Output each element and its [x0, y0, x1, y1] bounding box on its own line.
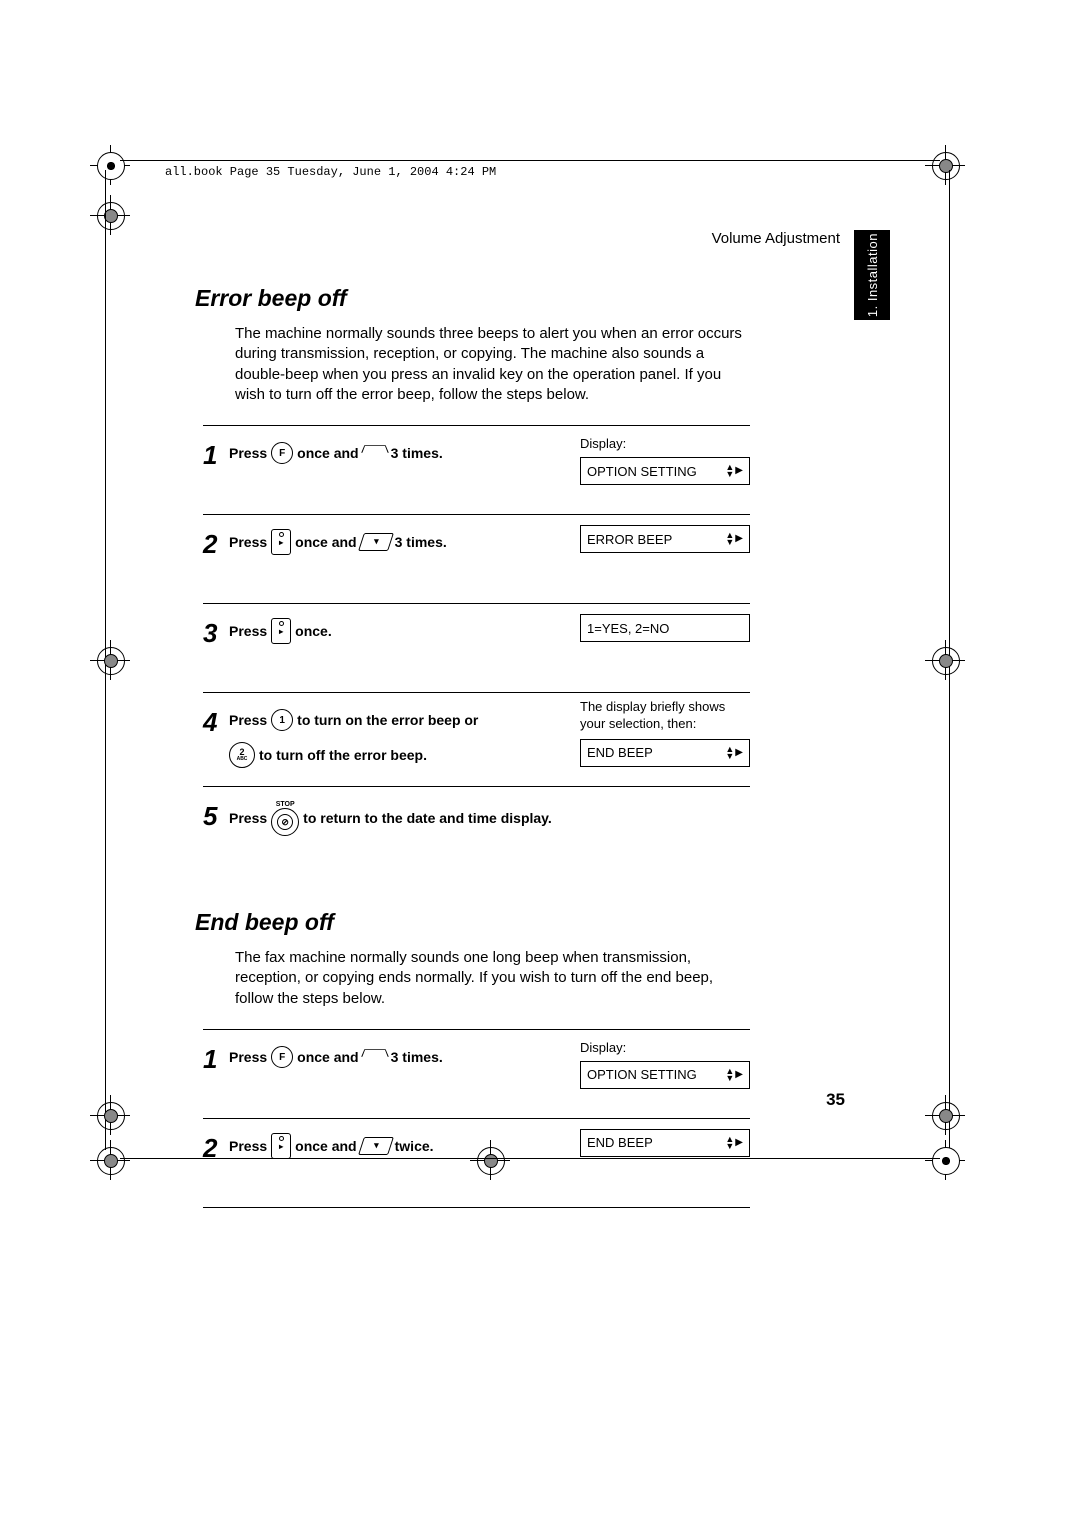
down-button-icon: ▾ [358, 533, 394, 551]
nav-arrows-icon: ▲▼▶ [725, 464, 743, 478]
menu-button-icon [363, 1045, 387, 1069]
step-row: 1 Press F once and 3 times. Display: OPT… [203, 425, 750, 514]
steps-list-end-beep: 1 Press F once and 3 times. Display: OPT… [203, 1029, 750, 1208]
intro-paragraph: The fax machine normally sounds one long… [235, 948, 750, 1009]
step-text: to turn on the error beep or [297, 707, 478, 734]
display-label: Display: [580, 1040, 750, 1055]
step-row: 3 Press ▸ once. 1=YES, 2=NO [203, 603, 750, 692]
section-heading-end-beep: End beep off [195, 909, 750, 936]
display-note: The display briefly shows your selection… [580, 699, 750, 733]
key-2-icon: 2ABC [229, 742, 255, 768]
section-heading-error-beep: Error beep off [195, 285, 750, 312]
down-button-icon: ▾ [358, 1137, 394, 1155]
step-row: 5 Press STOP ⊘ to return to the date and… [203, 786, 750, 875]
step-text: Press [229, 440, 267, 467]
step-number: 5 [203, 803, 229, 829]
step-number: 1 [203, 1046, 229, 1072]
step-text: Press [229, 805, 267, 832]
nav-arrows-icon: ▲▼▶ [725, 1136, 743, 1150]
running-head: Volume Adjustment [712, 230, 840, 247]
section-tab: 1. Installation [854, 230, 890, 320]
step-number: 4 [203, 709, 229, 735]
display-box: END BEEP ▲▼▶ [580, 1129, 750, 1157]
step-text: 3 times. [395, 529, 447, 556]
regmark-icon [90, 640, 130, 680]
display-column: END BEEP ▲▼▶ [580, 1129, 750, 1157]
step-text: 3 times. [391, 440, 443, 467]
display-box: 1=YES, 2=NO [580, 614, 750, 642]
arrow-button-icon: ▸ [271, 618, 291, 644]
nav-arrows-icon: ▲▼▶ [725, 746, 743, 760]
regmark-icon [90, 145, 130, 185]
regmark-icon [90, 195, 130, 235]
display-column: 1=YES, 2=NO [580, 614, 750, 642]
display-box: END BEEP ▲▼▶ [580, 739, 750, 767]
step-number: 2 [203, 531, 229, 557]
step-number: 2 [203, 1135, 229, 1161]
menu-button-icon [363, 441, 387, 465]
f-button-icon: F [271, 442, 293, 464]
step-text: Press [229, 618, 267, 645]
step-row: 4 Press 1 to turn on the error beep or 2… [203, 692, 750, 786]
regmark-icon [90, 1140, 130, 1180]
regmark-icon [90, 1095, 130, 1135]
display-label: Display: [580, 436, 750, 451]
display-column: Display: OPTION SETTING ▲▼▶ [580, 436, 750, 485]
key-1-icon: 1 [271, 709, 293, 731]
display-box: ERROR BEEP ▲▼▶ [580, 525, 750, 553]
step-text: to return to the date and time display. [303, 805, 552, 832]
step-text: Press [229, 1133, 267, 1160]
arrow-button-icon: ▸ [271, 529, 291, 555]
nav-arrows-icon: ▲▼▶ [725, 1068, 743, 1082]
step-row: 2 Press ▸ once and ▾ twice. END BEEP ▲▼▶ [203, 1118, 750, 1208]
step-text: once. [295, 618, 332, 645]
step-text: once and [295, 1133, 356, 1160]
regmark-icon [925, 145, 965, 185]
display-column: The display briefly shows your selection… [580, 699, 750, 767]
regmark-icon [925, 1095, 965, 1135]
crop-line [120, 160, 940, 161]
page-number: 35 [826, 1090, 845, 1110]
step-row: 1 Press F once and 3 times. Display: OPT… [203, 1029, 750, 1118]
nav-arrows-icon: ▲▼▶ [725, 532, 743, 546]
display-column: Display: OPTION SETTING ▲▼▶ [580, 1040, 750, 1089]
regmark-icon [925, 1140, 965, 1180]
display-column: ERROR BEEP ▲▼▶ [580, 525, 750, 553]
step-row: 2 Press ▸ once and ▾ 3 times. ERROR BEEP… [203, 514, 750, 603]
display-box: OPTION SETTING ▲▼▶ [580, 1061, 750, 1089]
steps-list-error-beep: 1 Press F once and 3 times. Display: OPT… [203, 425, 750, 875]
step-number: 3 [203, 620, 229, 646]
step-text: twice. [395, 1133, 434, 1160]
intro-paragraph: The machine normally sounds three beeps … [235, 324, 750, 405]
regmark-icon [925, 640, 965, 680]
arrow-button-icon: ▸ [271, 1133, 291, 1159]
f-button-icon: F [271, 1046, 293, 1068]
step-text: Press [229, 1044, 267, 1071]
stop-button-icon: STOP ⊘ [271, 801, 299, 836]
print-header: all.book Page 35 Tuesday, June 1, 2004 4… [165, 165, 496, 179]
step-text: 3 times. [391, 1044, 443, 1071]
step-text: once and [295, 529, 356, 556]
step-text: Press [229, 707, 267, 734]
step-text: to turn off the error beep. [259, 742, 427, 769]
step-text: once and [297, 440, 358, 467]
display-box: OPTION SETTING ▲▼▶ [580, 457, 750, 485]
step-text: once and [297, 1044, 358, 1071]
step-number: 1 [203, 442, 229, 468]
step-text: Press [229, 529, 267, 556]
